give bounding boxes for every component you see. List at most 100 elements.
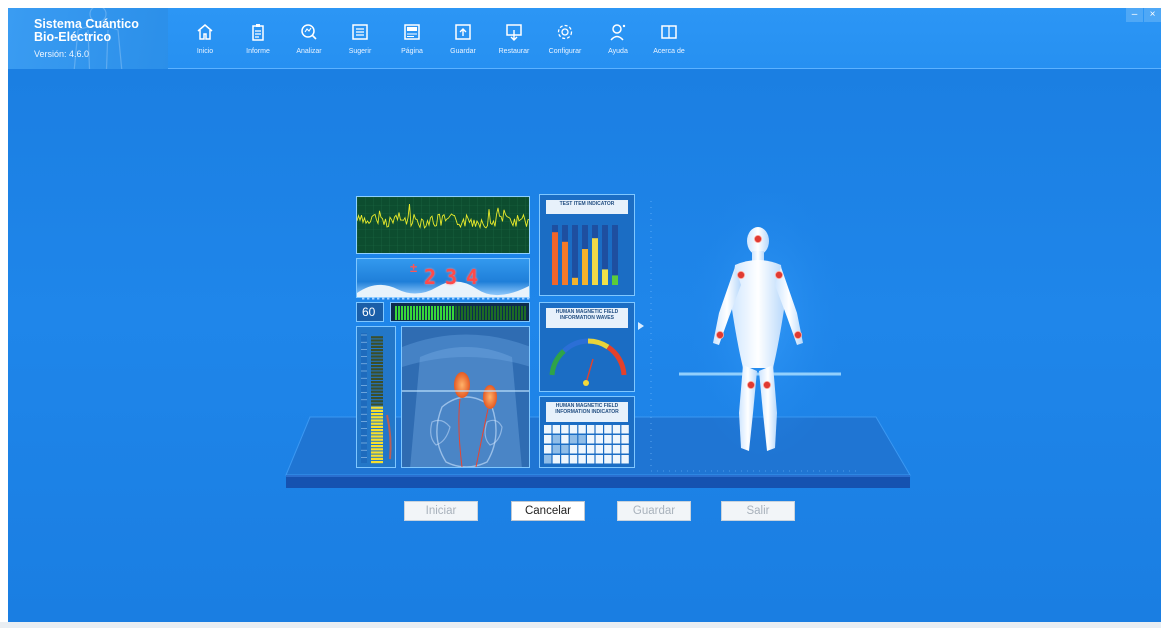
horizontal-level-bars xyxy=(395,306,526,320)
tick-mark xyxy=(462,297,465,300)
level-segment xyxy=(371,451,383,454)
tick-mark xyxy=(487,297,490,300)
bar-level xyxy=(562,241,568,285)
level-segment xyxy=(434,306,436,320)
indicator-cell xyxy=(544,435,552,444)
level-segment xyxy=(371,339,383,342)
magnetic-indicator-title: HUMAN MAGNETIC FIELD INFORMATION INDICAT… xyxy=(546,402,628,422)
kidney-xray-image xyxy=(402,327,529,467)
bar-track xyxy=(572,225,578,285)
level-segment xyxy=(371,352,383,355)
tick-mark xyxy=(422,297,425,300)
magnetic-indicator-grid xyxy=(544,425,629,464)
level-segment xyxy=(371,409,383,412)
level-segment xyxy=(371,349,383,352)
level-segment xyxy=(371,358,383,361)
tick-mark xyxy=(472,297,475,300)
exit-button[interactable]: Salir xyxy=(721,501,795,521)
level-segment xyxy=(464,306,466,320)
app-root: Sistema Cuántico Bio-Eléctrico Versión: … xyxy=(0,0,1161,628)
bottom-strip xyxy=(0,622,1161,628)
level-segment xyxy=(452,306,454,320)
level-segment xyxy=(398,306,400,320)
tick-mark xyxy=(362,297,365,300)
tick-mark xyxy=(407,297,410,300)
tick-mark xyxy=(522,297,525,300)
level-segment xyxy=(461,306,463,320)
indicator-cell xyxy=(595,435,603,444)
indicator-cell xyxy=(561,435,569,444)
tick-mark xyxy=(432,297,435,300)
level-segment xyxy=(506,306,508,320)
level-segment xyxy=(446,306,448,320)
indicator-cell xyxy=(544,445,552,454)
level-segment xyxy=(371,435,383,438)
tick-mark xyxy=(497,297,500,300)
vertical-level-bars xyxy=(361,333,392,464)
magnetic-gauge xyxy=(549,338,627,386)
indicator-cell xyxy=(621,445,629,454)
cancel-button[interactable]: Cancelar xyxy=(511,501,585,521)
bar-level xyxy=(602,269,608,285)
level-segment xyxy=(488,306,490,320)
tick-mark xyxy=(442,297,445,300)
level-segment xyxy=(467,306,469,320)
test-item-bars xyxy=(552,225,618,285)
level-segment xyxy=(476,306,478,320)
level-segment xyxy=(422,306,424,320)
level-segment xyxy=(407,306,409,320)
acupoint-marker xyxy=(754,235,763,244)
level-segment xyxy=(371,368,383,371)
level-segment xyxy=(440,306,442,320)
indicator-cell xyxy=(578,435,586,444)
tick-mark xyxy=(527,297,530,300)
start-button[interactable]: Iniciar xyxy=(404,501,478,521)
level-segment xyxy=(491,306,493,320)
tick-mark xyxy=(377,297,380,300)
indicator-cell xyxy=(595,455,603,464)
indicator-cell xyxy=(604,445,612,454)
horizontal-level-meter xyxy=(390,302,530,322)
level-segment xyxy=(371,438,383,441)
level-segment xyxy=(416,306,418,320)
vertical-level-meter xyxy=(356,326,396,468)
level-segment xyxy=(485,306,487,320)
counter-digit: 4 xyxy=(465,265,479,289)
level-segment xyxy=(473,306,475,320)
level-segment xyxy=(470,306,472,320)
indicator-cell xyxy=(595,445,603,454)
indicator-cell xyxy=(587,445,595,454)
level-segment xyxy=(371,384,383,387)
level-segment xyxy=(410,306,412,320)
acupoint-marker xyxy=(747,380,756,389)
tick-mark xyxy=(517,297,520,300)
level-segment xyxy=(443,306,445,320)
level-segment xyxy=(482,306,484,320)
counter-display: ± 2 3 4 xyxy=(356,258,530,298)
counter-digits: 2 3 4 xyxy=(421,267,501,293)
acupoint-marker xyxy=(774,271,783,280)
level-segment xyxy=(371,416,383,419)
level-segment xyxy=(371,377,383,380)
tick-mark xyxy=(457,297,460,300)
level-segment xyxy=(371,406,383,409)
level-segment xyxy=(371,342,383,345)
tick-mark xyxy=(402,297,405,300)
main-window: Sistema Cuántico Bio-Eléctrico Versión: … xyxy=(8,8,1161,622)
level-segment xyxy=(371,461,383,464)
xray-kidney-view xyxy=(401,326,530,468)
speed-value: 60 xyxy=(362,305,376,319)
tick-mark xyxy=(437,297,440,300)
indicator-cell xyxy=(552,425,560,434)
acupoint-marker xyxy=(763,380,772,389)
level-segment xyxy=(371,374,383,377)
human-body-figure xyxy=(650,193,860,473)
level-segment xyxy=(371,413,383,416)
indicator-cell xyxy=(621,435,629,444)
level-segment xyxy=(404,306,406,320)
level-segment xyxy=(371,429,383,432)
save-button[interactable]: Guardar xyxy=(617,501,691,521)
speed-display: 60 xyxy=(356,302,384,322)
level-segment xyxy=(524,306,526,320)
level-segment xyxy=(521,306,523,320)
